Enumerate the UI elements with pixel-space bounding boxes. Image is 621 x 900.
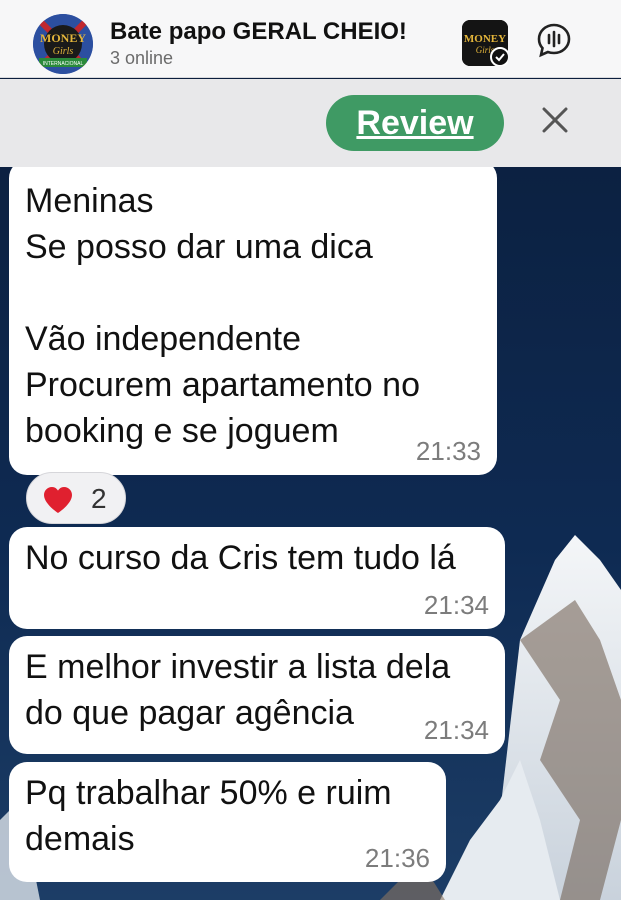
- community-avatar-icon[interactable]: MONEY Girls: [462, 20, 510, 67]
- reaction-badge[interactable]: 2: [26, 472, 126, 524]
- svg-text:INTERNACIONAL: INTERNACIONAL: [43, 61, 84, 67]
- chat-header: MONEY Girls INTERNACIONAL Bate papo GERA…: [0, 0, 621, 78]
- heart-icon: [44, 487, 72, 513]
- message-bubble[interactable]: E melhor investir a lista dela do que pa…: [9, 636, 505, 754]
- chat-title[interactable]: Bate papo GERAL CHEIO!: [110, 18, 407, 46]
- group-avatar[interactable]: MONEY Girls INTERNACIONAL: [33, 14, 93, 74]
- svg-text:MONEY: MONEY: [40, 31, 86, 45]
- svg-text:MONEY: MONEY: [464, 33, 506, 45]
- message-text: Pq trabalhar 50% e ruim demais: [25, 774, 392, 858]
- message-bubble[interactable]: Pq trabalhar 50% e ruim demais 21:36: [9, 762, 446, 882]
- money-girls-logo: MONEY Girls INTERNACIONAL: [33, 14, 93, 74]
- message-bubble[interactable]: Meninas Se posso dar uma dica Vão indepe…: [9, 160, 497, 475]
- message-timestamp: 21:33: [415, 436, 481, 466]
- close-icon[interactable]: [538, 103, 572, 137]
- message-timestamp: 21:34: [423, 715, 489, 745]
- review-button[interactable]: Review: [326, 95, 504, 151]
- message-text: E melhor investir a lista dela do que pa…: [25, 648, 451, 732]
- message-timestamp: 21:34: [423, 590, 489, 620]
- svg-text:Girls: Girls: [53, 46, 74, 57]
- online-count: 3 online: [110, 48, 174, 68]
- message-bubble[interactable]: No curso da Cris tem tudo lá 21:34: [9, 527, 505, 629]
- voice-chat-icon[interactable]: [536, 22, 572, 58]
- message-text: Meninas Se posso dar uma dica Vão indepe…: [25, 182, 420, 450]
- message-text: No curso da Cris tem tudo lá: [25, 539, 456, 577]
- review-banner: Review: [0, 79, 621, 167]
- message-timestamp: 21:36: [364, 843, 430, 873]
- reaction-count: 2: [91, 483, 107, 514]
